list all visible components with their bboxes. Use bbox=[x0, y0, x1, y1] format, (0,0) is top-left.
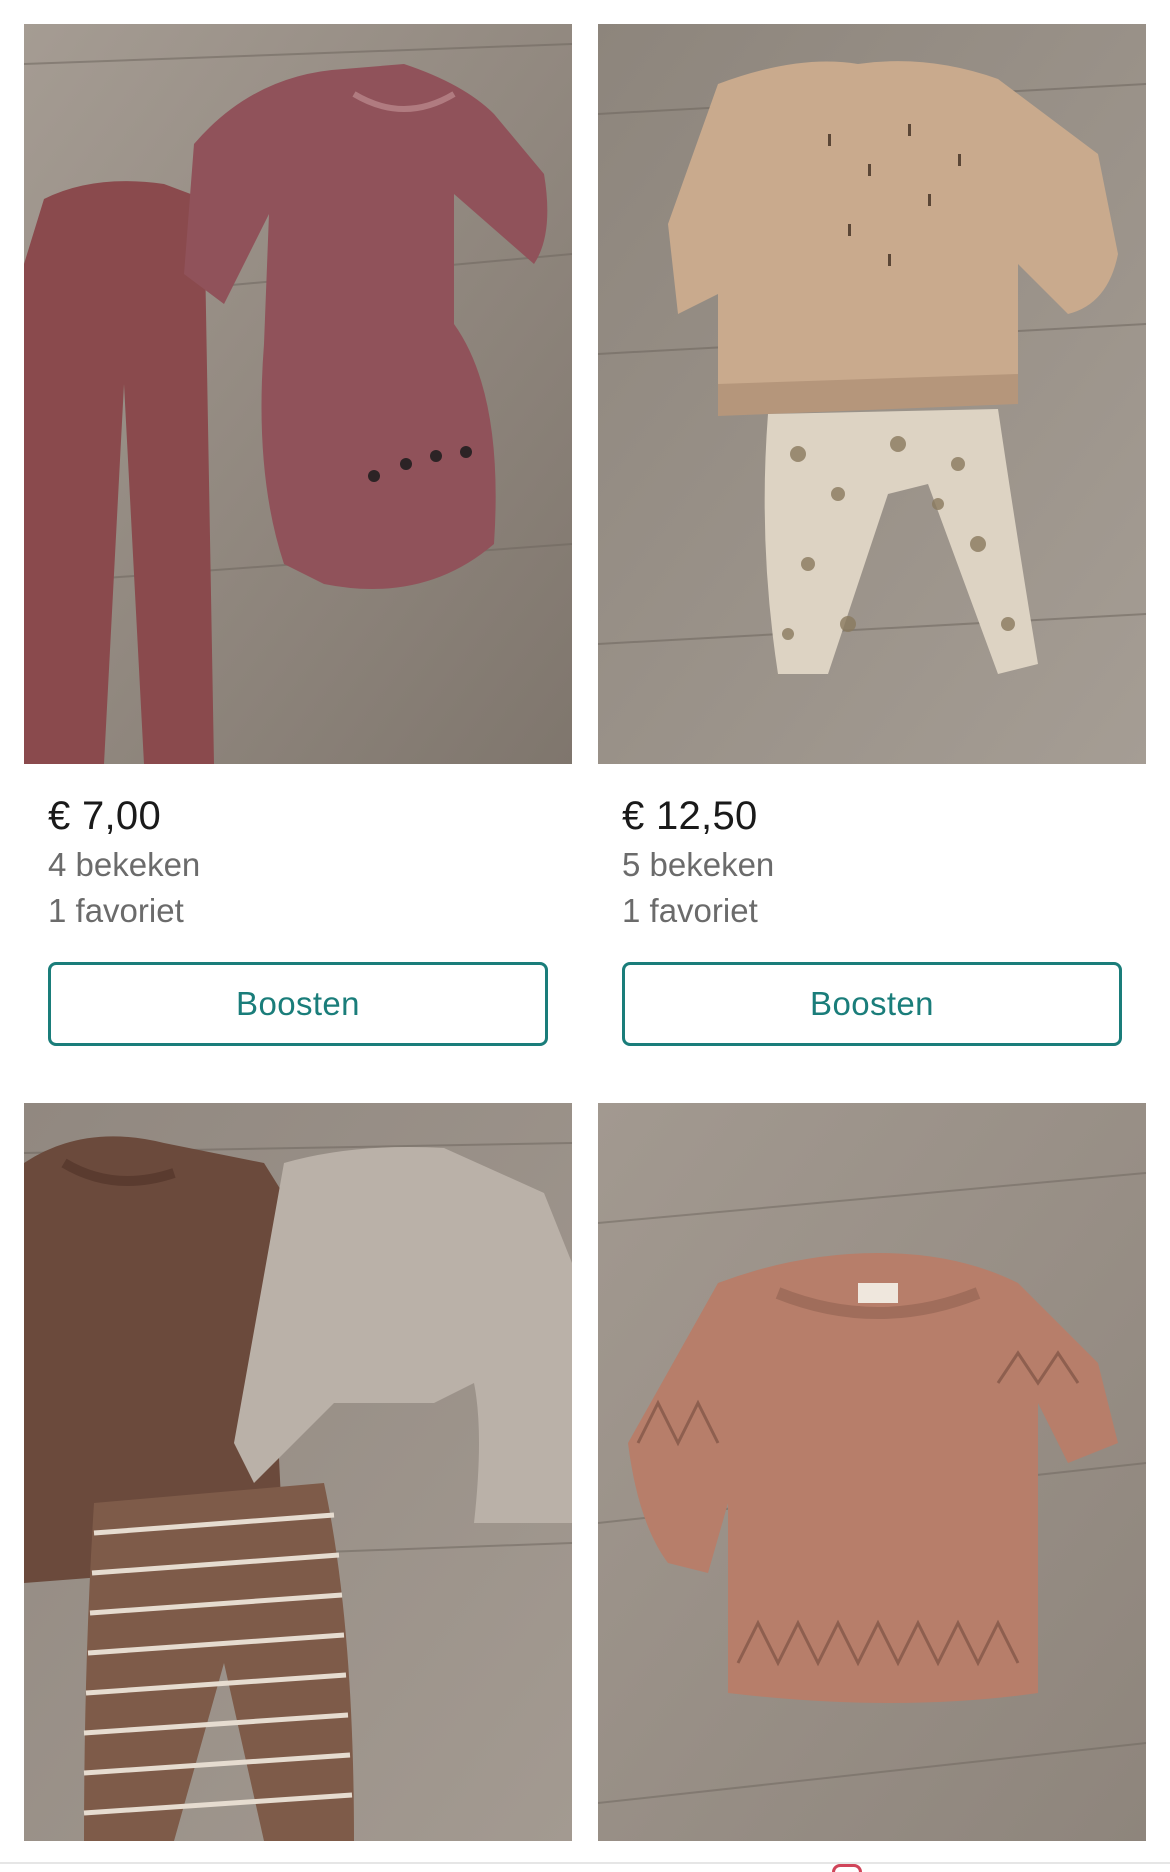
listing-favorites: 1 favoriet bbox=[622, 892, 758, 929]
tab-bar-divider bbox=[0, 1862, 1170, 1864]
listing-photo[interactable] bbox=[24, 24, 572, 764]
tab-bar-icon-partial bbox=[832, 1864, 862, 1872]
listing-views: 5 bekeken bbox=[622, 846, 775, 883]
listing-card[interactable]: € 7,00 4 bekeken 1 favoriet Boosten bbox=[24, 24, 572, 1046]
listing-views: 4 bekeken bbox=[48, 846, 201, 883]
boost-button[interactable]: Boosten bbox=[622, 962, 1122, 1046]
boost-button[interactable]: Boosten bbox=[48, 962, 548, 1046]
listing-photo[interactable] bbox=[598, 1103, 1146, 1841]
listing-card[interactable]: € 12,50 5 bekeken 1 favoriet Boosten bbox=[598, 24, 1146, 1046]
listing-price: € 12,50 bbox=[622, 794, 758, 838]
listing-photo-image bbox=[24, 24, 572, 764]
listing-photo-image bbox=[24, 1103, 572, 1841]
listing-card[interactable] bbox=[598, 1103, 1146, 1841]
listing-photo[interactable] bbox=[598, 24, 1146, 764]
listing-photo-image bbox=[598, 24, 1146, 764]
listings-grid: € 7,00 4 bekeken 1 favoriet Boosten € 12… bbox=[0, 0, 1170, 1872]
listing-favorites: 1 favoriet bbox=[48, 892, 184, 929]
listing-photo[interactable] bbox=[24, 1103, 572, 1841]
listing-price: € 7,00 bbox=[48, 794, 162, 838]
listing-photo-image bbox=[598, 1103, 1146, 1841]
listing-card[interactable] bbox=[24, 1103, 572, 1841]
